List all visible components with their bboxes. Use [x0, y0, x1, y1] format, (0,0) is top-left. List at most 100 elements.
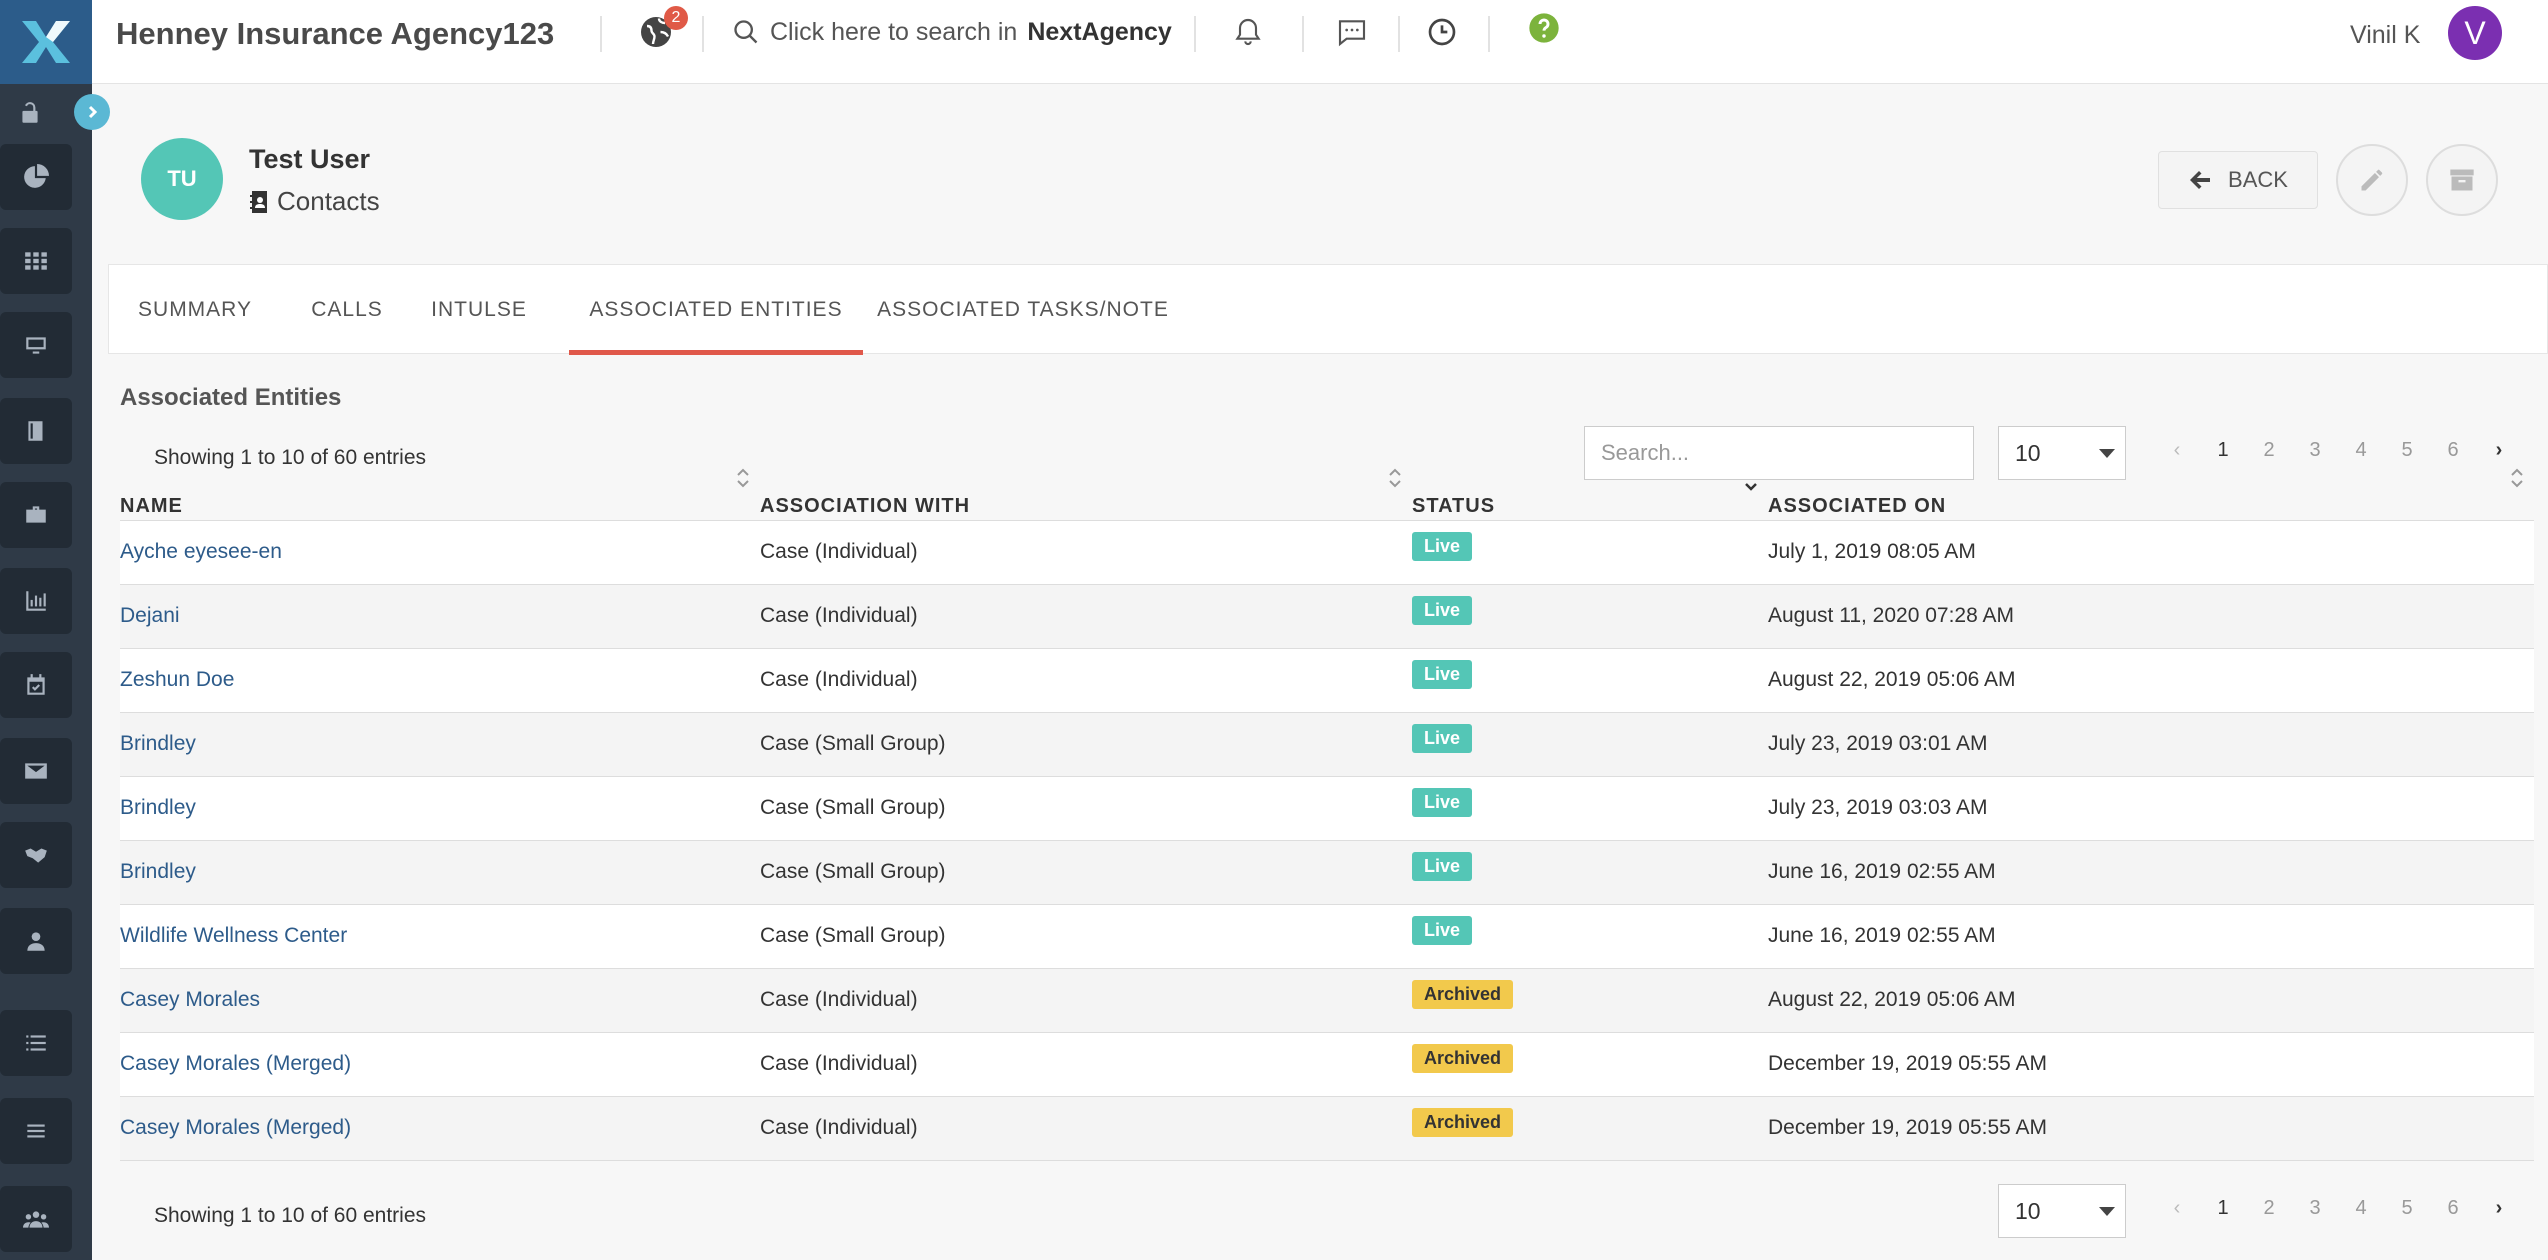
entity-name-link[interactable]: Brindley — [120, 796, 196, 819]
table-row[interactable]: Dejani Case (Individual) Live August 11, 20… — [120, 584, 2534, 649]
chat-icon — [1338, 20, 1366, 47]
associated-date: August 11, 2020 07:28 AM — [1768, 604, 2014, 627]
sidebar-item-list[interactable] — [0, 1010, 72, 1076]
edit-button[interactable] — [2336, 144, 2408, 216]
sidebar-item-apps[interactable] — [0, 228, 72, 294]
page-4-button[interactable]: 4 — [2338, 1197, 2384, 1220]
handshake-icon — [25, 848, 47, 863]
table-row[interactable]: Casey Morales (Merged) Case (Individual) A… — [120, 1096, 2534, 1161]
lock-toggle[interactable] — [0, 88, 60, 138]
pagination-bottom: ‹ 1 2 3 4 5 6 › — [2154, 1188, 2522, 1228]
column-header-association[interactable]: ASSOCIATION WITH — [760, 468, 1412, 521]
entity-name-link[interactable]: Dejani — [120, 604, 180, 627]
global-search[interactable]: Click here to search in NextAgency — [732, 14, 1172, 50]
status-badge: Live — [1412, 723, 1473, 753]
column-label: STATUS — [1412, 494, 1496, 517]
entity-name-link[interactable]: Ayche eyesee-en — [120, 540, 282, 563]
page-4-button[interactable]: 4 — [2338, 439, 2384, 462]
table-row[interactable]: Casey Morales Case (Individual) Archived Au… — [120, 968, 2534, 1033]
help-button[interactable] — [1528, 12, 1560, 44]
entity-name-link[interactable]: Wildlife Wellness Center — [120, 924, 347, 947]
table-body: Ayche eyesee-en Case (Individual) Live July… — [120, 520, 2534, 1161]
table-row[interactable]: Brindley Case (Small Group) Live June 16, 2… — [120, 840, 2534, 905]
notifications-button[interactable] — [1232, 16, 1264, 48]
sidebar-item-menu[interactable] — [0, 1098, 72, 1164]
association-type: Case (Individual) — [760, 1116, 918, 1139]
table-search-input[interactable]: Search... — [1584, 426, 1974, 480]
sidebar-item-contacts[interactable] — [0, 908, 72, 974]
page-3-button[interactable]: 3 — [2292, 439, 2338, 462]
associated-entities-panel: Associated Entities Showing 1 to 10 of 6… — [108, 370, 2548, 1260]
association-type: Case (Small Group) — [760, 732, 946, 755]
sidebar-item-team[interactable] — [0, 1186, 72, 1252]
association-type: Case (Individual) — [760, 604, 918, 627]
next-page-button[interactable]: › — [2476, 1197, 2522, 1220]
column-header-name[interactable]: NAME — [120, 468, 760, 521]
table-row[interactable]: Brindley Case (Small Group) Live July 23, 2… — [120, 776, 2534, 841]
entity-name-link[interactable]: Brindley — [120, 732, 196, 755]
user-name[interactable]: Vinil K — [2350, 18, 2420, 52]
status-badge: Archived — [1412, 979, 1514, 1009]
tab-associated-entities[interactable]: ASSOCIATED ENTITIES — [569, 265, 863, 355]
briefcase-icon — [26, 506, 46, 523]
page-1-button[interactable]: 1 — [2200, 1197, 2246, 1220]
header-divider — [1488, 16, 1490, 52]
column-label: ASSOCIATION WITH — [760, 494, 971, 517]
table-row[interactable]: Casey Morales (Merged) Case (Individual) A… — [120, 1032, 2534, 1097]
page-1-button[interactable]: 1 — [2200, 439, 2246, 462]
sidebar-item-monitor[interactable] — [0, 312, 72, 378]
tab-summary[interactable]: SUMMARY — [109, 265, 281, 355]
page-5-button[interactable]: 5 — [2384, 1197, 2430, 1220]
sidebar-item-calendar[interactable] — [0, 652, 72, 718]
column-header-associated-on[interactable]: ASSOCIATED ON — [1768, 468, 2534, 521]
prev-page-button[interactable]: ‹ — [2154, 1197, 2200, 1220]
section-title: Associated Entities — [120, 384, 342, 411]
tab-calls[interactable]: CALLS — [281, 265, 413, 355]
archive-button[interactable] — [2426, 144, 2498, 216]
column-header-status[interactable]: STATUS — [1412, 483, 1768, 521]
tab-associated-tasks-note[interactable]: ASSOCIATED TASKS/NOTE — [863, 265, 1183, 355]
user-avatar[interactable]: V — [2448, 6, 2502, 60]
entity-name-link[interactable]: Casey Morales — [120, 988, 260, 1011]
table-row[interactable]: Wildlife Wellness Center Case (Small Grou… — [120, 904, 2534, 969]
page-3-button[interactable]: 3 — [2292, 1197, 2338, 1220]
status-badge: Live — [1412, 659, 1473, 689]
next-page-button[interactable]: › — [2476, 439, 2522, 462]
sidebar-item-reports[interactable] — [0, 568, 72, 634]
table-row[interactable]: Ayche eyesee-en Case (Individual) Live July… — [120, 520, 2534, 585]
header-divider — [600, 16, 602, 52]
nextagency-logo-icon — [22, 21, 70, 63]
entity-name-link[interactable]: Casey Morales (Merged) — [120, 1116, 351, 1139]
back-button[interactable]: BACK — [2158, 151, 2318, 209]
notification-count-badge: 2 — [664, 6, 688, 30]
page-size-select-bottom[interactable]: 10 — [1998, 1184, 2126, 1238]
page-2-button[interactable]: 2 — [2246, 439, 2292, 462]
contact-type: Contacts — [249, 186, 380, 217]
entity-name-link[interactable]: Zeshun Doe — [120, 668, 234, 691]
page-2-button[interactable]: 2 — [2246, 1197, 2292, 1220]
page-6-button[interactable]: 6 — [2430, 1197, 2476, 1220]
sidebar-item-mail[interactable] — [0, 738, 72, 804]
associated-date: June 16, 2019 02:55 AM — [1768, 860, 1996, 883]
tab-intulse[interactable]: INTULSE — [413, 265, 545, 355]
archive-icon — [2450, 169, 2474, 191]
sidebar-item-deals[interactable] — [0, 822, 72, 888]
entity-name-link[interactable]: Casey Morales (Merged) — [120, 1052, 351, 1075]
column-label: ASSOCIATED ON — [1768, 494, 1947, 517]
table-row[interactable]: Zeshun Doe Case (Individual) Live August 22… — [120, 648, 2534, 713]
sidebar-expand-button[interactable] — [74, 94, 110, 130]
history-button[interactable] — [1426, 16, 1458, 48]
entity-name-link[interactable]: Brindley — [120, 860, 196, 883]
page-6-button[interactable]: 6 — [2430, 439, 2476, 462]
prev-page-button[interactable]: ‹ — [2154, 439, 2200, 462]
page-size-select-top[interactable]: 10 — [1998, 426, 2126, 480]
associated-date: July 23, 2019 03:03 AM — [1768, 796, 1988, 819]
sidebar-item-dashboard[interactable] — [0, 144, 72, 210]
app-logo[interactable] — [0, 0, 92, 84]
table-row[interactable]: Brindley Case (Small Group) Live July 23, 2… — [120, 712, 2534, 777]
messages-button[interactable] — [1336, 16, 1368, 48]
sidebar-item-book[interactable] — [0, 398, 72, 464]
caret-down-icon — [2099, 1207, 2115, 1216]
page-5-button[interactable]: 5 — [2384, 439, 2430, 462]
sidebar-item-briefcase[interactable] — [0, 482, 72, 548]
